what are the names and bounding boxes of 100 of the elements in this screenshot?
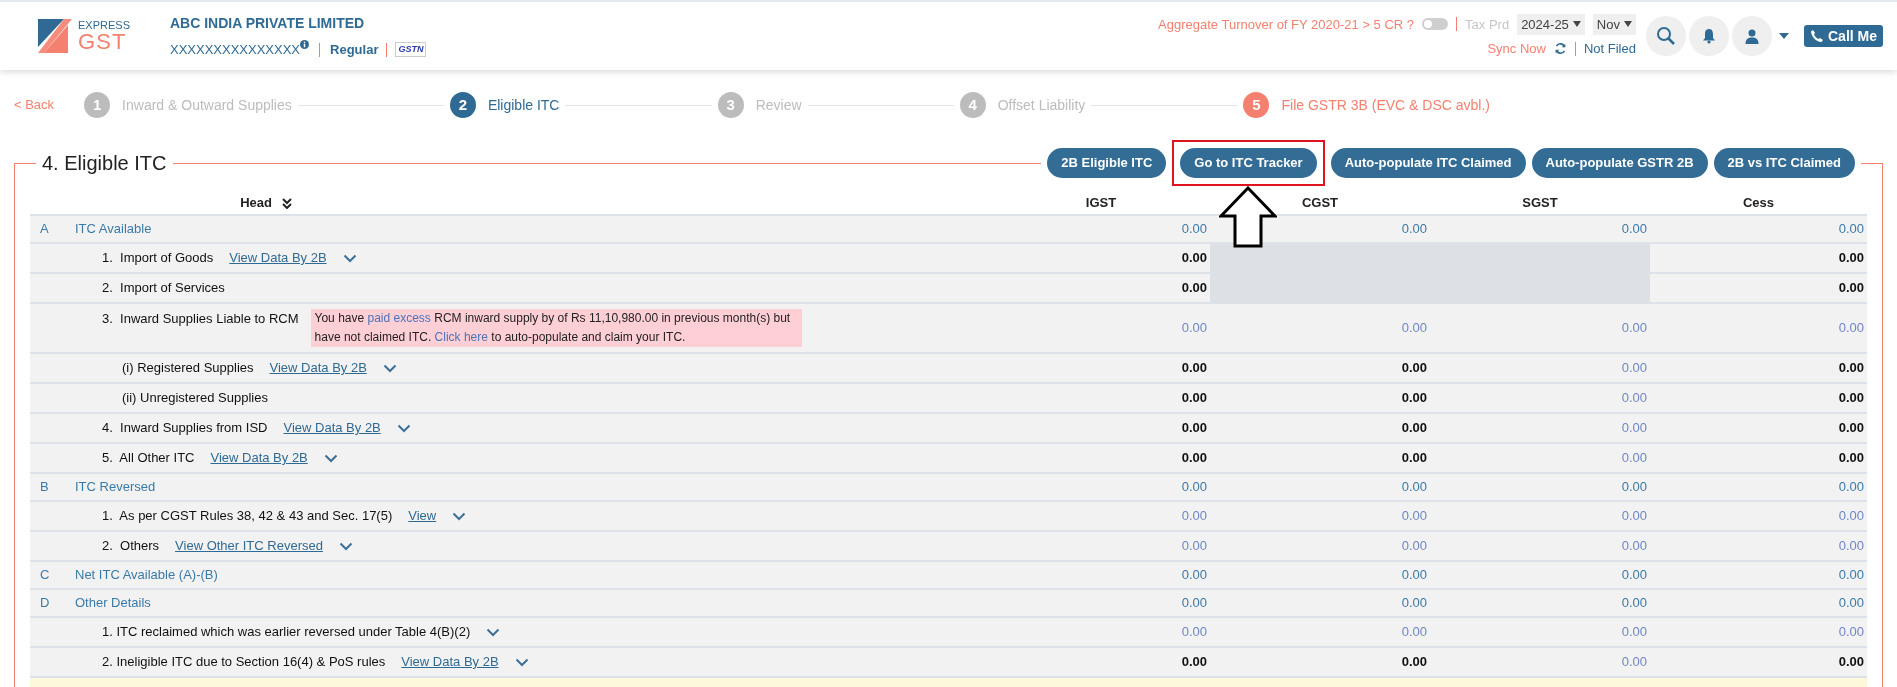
amount-cell[interactable]: 0.00 xyxy=(1181,622,1207,642)
amount-cell-text: 0.00 xyxy=(1401,419,1427,438)
amount-cell-text: 0.00 xyxy=(1401,594,1427,613)
amount-cell-text: 0.00 xyxy=(1838,249,1864,268)
amount-cell-text: 0.00 xyxy=(1401,220,1427,239)
step-number[interactable]: 3 xyxy=(717,92,744,118)
turnover-toggle[interactable] xyxy=(1422,18,1449,31)
amount-cell[interactable]: 0.00 xyxy=(1621,388,1647,408)
step-label[interactable]: File GSTR 3B (EVC & DSC avbl.) xyxy=(1281,94,1490,116)
refresh-icon[interactable] xyxy=(1553,42,1567,56)
year-dropdown[interactable]: 2024-25 xyxy=(1517,13,1585,35)
chevron-down-icon[interactable] xyxy=(338,541,353,551)
amount-cell[interactable]: 0.00 xyxy=(1621,652,1647,672)
amount-cell[interactable]: 0.00 xyxy=(1621,358,1647,378)
chevron-down-icon[interactable] xyxy=(342,253,357,263)
step-number[interactable]: 4 xyxy=(959,92,986,118)
back-link[interactable]: < Back xyxy=(14,95,55,115)
caret-icon[interactable] xyxy=(1779,33,1789,39)
section-letter: B xyxy=(40,478,50,497)
view-data-link[interactable]: View Data By 2B xyxy=(401,652,499,672)
view-data-link[interactable]: View Data By 2B xyxy=(283,418,381,438)
amount-cell[interactable]: 0.00 xyxy=(1838,506,1864,526)
amount-cell[interactable]: 0.00 xyxy=(1838,536,1864,556)
chevron-down-icon[interactable] xyxy=(382,363,397,373)
row-label: 2. Ineligible ITC due to Section 16(4) & PoS rules xyxy=(102,653,386,672)
amount-cell[interactable]: 0.00 xyxy=(1621,506,1647,526)
amount-cell-text: 0.00 xyxy=(1401,449,1427,468)
amount-cell[interactable]: 0.00 xyxy=(1401,318,1427,338)
chevron-down-icon[interactable] xyxy=(323,453,338,463)
chevron-down-icon[interactable] xyxy=(514,657,529,667)
view-data-link[interactable]: View Data By 2B xyxy=(269,358,367,378)
amount-cell-text: 0.00 xyxy=(1401,359,1427,378)
amount-cell[interactable]: 0.00 xyxy=(1181,318,1207,338)
amount-cell-text: 0.00 xyxy=(1181,478,1207,497)
step-label[interactable]: Review xyxy=(755,94,802,116)
amount-cell[interactable]: 0.00 xyxy=(1838,622,1864,642)
view-data-link[interactable]: View Other ITC Reversed xyxy=(175,536,323,556)
section-title: Net ITC Available (A)-(B) xyxy=(75,566,218,585)
column-header: Head xyxy=(240,194,272,213)
amount-cell-text: 0.00 xyxy=(1401,478,1427,497)
up-arrow-icon xyxy=(1219,186,1278,248)
row-label: 2. Others xyxy=(102,537,160,556)
user-icon xyxy=(1744,28,1760,44)
amount-cell[interactable]: 0.00 xyxy=(1621,418,1647,438)
amount-cell[interactable]: 0.00 xyxy=(1401,506,1427,526)
section-letter: A xyxy=(40,220,50,239)
action-button[interactable]: Go to ITC Tracker xyxy=(1180,148,1317,178)
amount-cell-text: 0.00 xyxy=(1181,249,1207,268)
notice-link[interactable]: paid excess xyxy=(367,311,431,325)
notification-button[interactable] xyxy=(1689,16,1729,56)
amount-cell-text: 0.00 xyxy=(1181,594,1207,613)
sync-now-link[interactable]: Sync Now xyxy=(1487,39,1546,59)
action-button[interactable]: Auto-populate ITC Claimed xyxy=(1330,148,1526,178)
chevron-down-icon[interactable] xyxy=(486,627,501,637)
step-number[interactable]: 2 xyxy=(449,92,476,118)
chevron-down-icon[interactable] xyxy=(396,423,411,433)
row-label: 1. Import of Goods xyxy=(102,249,214,268)
step-label[interactable]: Eligible ITC xyxy=(487,94,560,116)
amount-cell-text: 0.00 xyxy=(1838,220,1864,239)
amount-cell-text: 0.00 xyxy=(1401,566,1427,585)
notice-link[interactable]: Click here xyxy=(434,330,488,344)
amount-cell[interactable]: 0.00 xyxy=(1621,536,1647,556)
logo-text: EXPRESS xyxy=(78,19,130,31)
row-label: 4. Inward Supplies from ISD xyxy=(102,419,268,438)
view-data-link[interactable]: View xyxy=(408,506,437,526)
section-letter: C xyxy=(40,566,51,585)
view-data-link[interactable]: View Data By 2B xyxy=(229,248,327,268)
amount-cell[interactable]: 0.00 xyxy=(1181,506,1207,526)
amount-cell-text: 0.00 xyxy=(1181,419,1207,438)
amount-cell-text: 0.00 xyxy=(1181,359,1207,378)
amount-cell-text: 0.00 xyxy=(1181,566,1207,585)
amount-cell[interactable]: 0.00 xyxy=(1401,536,1427,556)
view-data-link[interactable]: View Data By 2B xyxy=(210,448,308,468)
step-number[interactable]: 1 xyxy=(84,92,111,118)
caret-icon xyxy=(1624,21,1632,28)
step-label[interactable]: Offset Liability xyxy=(997,94,1086,116)
gstin-text: XXXXXXXXXXXXXXX xyxy=(169,40,301,59)
action-button[interactable]: 2B Eligible ITC xyxy=(1047,148,1167,178)
row-label: 1. ITC reclaimed which was earlier reversed under Table 4(B)(2) xyxy=(102,623,471,642)
amount-cell[interactable]: 0.00 xyxy=(1621,622,1647,642)
amount-cell[interactable]: 0.00 xyxy=(1621,448,1647,468)
amount-cell-text: 0.00 xyxy=(1621,594,1647,613)
month-dropdown[interactable]: Nov xyxy=(1592,13,1636,35)
action-button[interactable]: 2B vs ITC Claimed xyxy=(1713,148,1855,178)
call-me-button[interactable]: Call Me xyxy=(1804,25,1883,47)
step-number[interactable]: 5 xyxy=(1243,92,1270,118)
chevron-down-icon[interactable] xyxy=(452,511,467,521)
search-button[interactable] xyxy=(1646,16,1686,56)
amount-cell-text: 0.00 xyxy=(1401,653,1427,672)
action-button[interactable]: Auto-populate GSTR 2B xyxy=(1531,148,1708,178)
column-header: Cess xyxy=(1742,194,1775,213)
amount-cell[interactable]: 0.00 xyxy=(1838,318,1864,338)
section-title: ITC Available xyxy=(75,220,152,239)
amount-cell[interactable]: 0.00 xyxy=(1181,536,1207,556)
double-chevron-icon[interactable] xyxy=(282,197,292,209)
amount-cell[interactable]: 0.00 xyxy=(1401,622,1427,642)
info-icon[interactable] xyxy=(300,40,310,49)
step-label[interactable]: Inward & Outward Supplies xyxy=(122,94,292,116)
profile-button[interactable] xyxy=(1732,16,1772,56)
amount-cell[interactable]: 0.00 xyxy=(1621,318,1647,338)
